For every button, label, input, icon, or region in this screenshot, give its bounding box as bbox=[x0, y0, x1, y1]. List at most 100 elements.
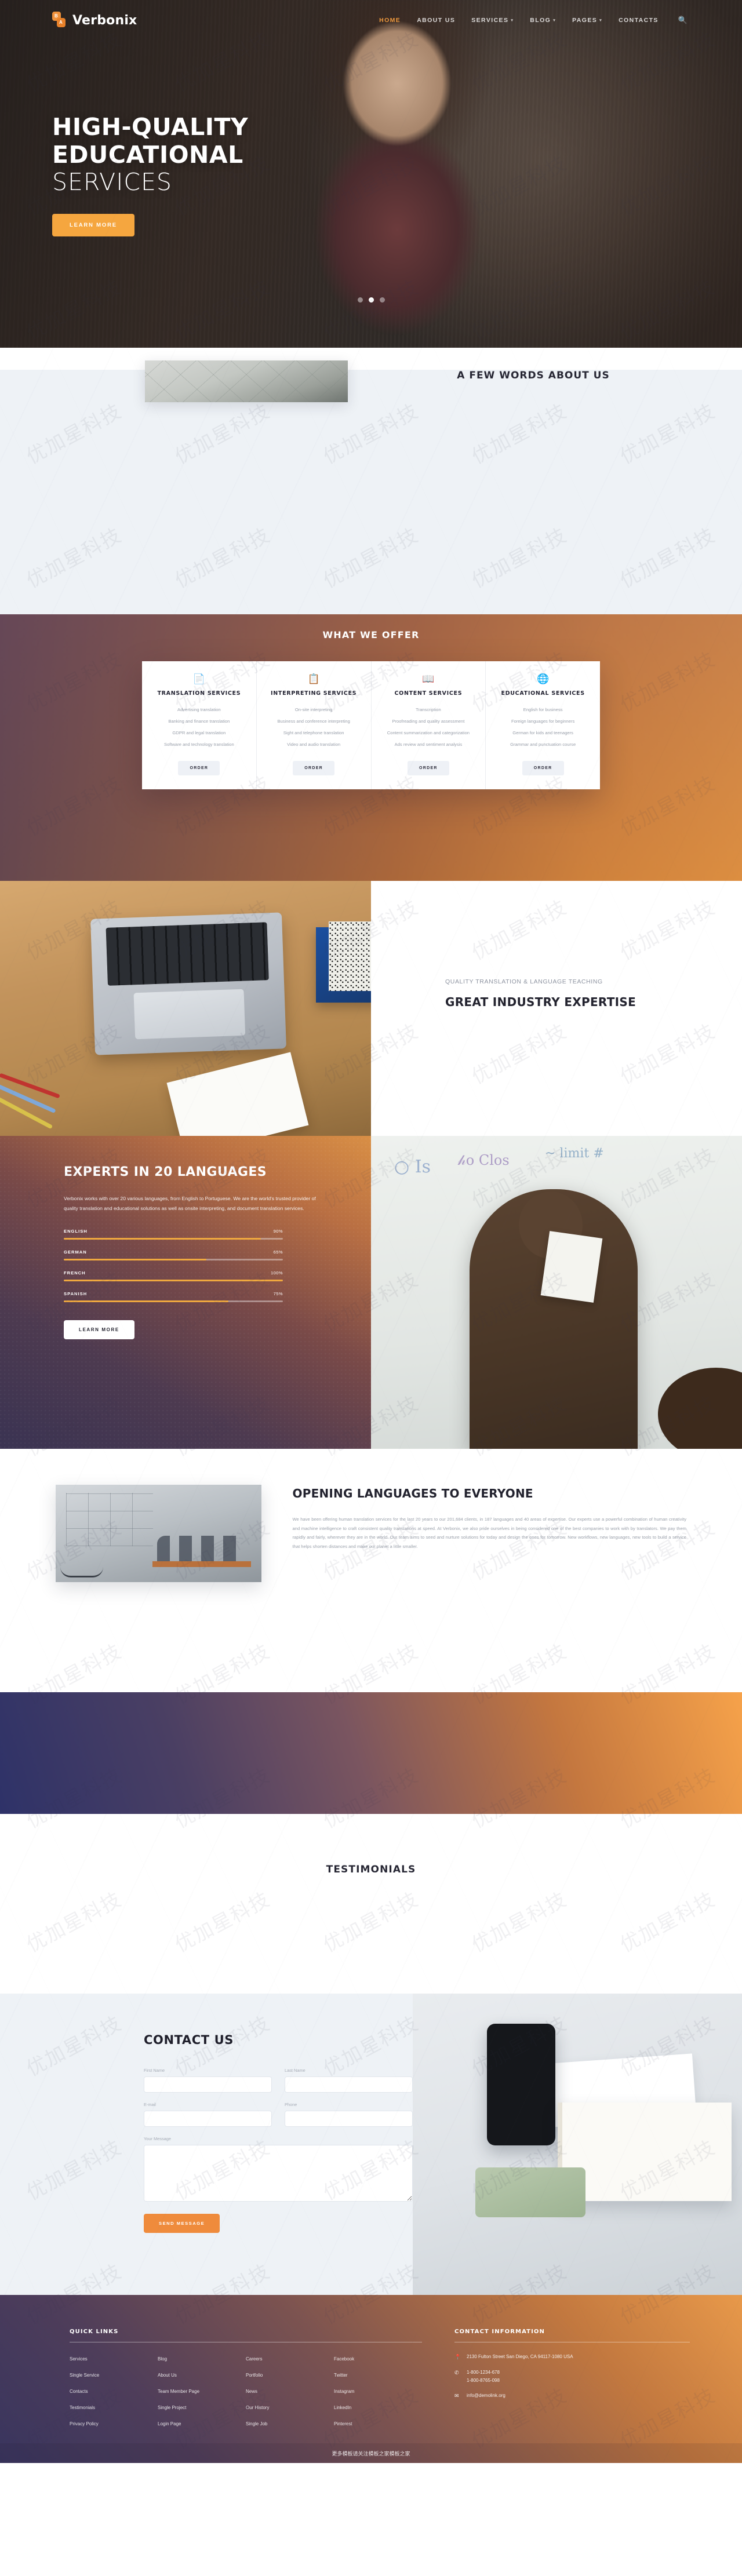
footer-link[interactable]: Instagram bbox=[334, 2389, 355, 2394]
list-item: Foreign languages for beginners bbox=[511, 718, 575, 724]
service-card-list: Advertising translation Banking and fina… bbox=[151, 706, 247, 748]
progress-label: ENGLISH bbox=[64, 1228, 88, 1234]
slider-dot-1[interactable] bbox=[357, 297, 363, 303]
list-item: Proofreading and quality assessment bbox=[392, 718, 465, 724]
nav-item-pages[interactable]: PAGES ▾ bbox=[572, 17, 602, 24]
hero-heading: HIGH-QUALITY EDUCATIONAL SERVICES bbox=[52, 113, 412, 196]
nav-item-blog[interactable]: BLOG ▾ bbox=[530, 17, 556, 24]
progress-value: 75% bbox=[273, 1291, 283, 1296]
field-label: E-mail bbox=[144, 2102, 156, 2107]
bicycle-icon bbox=[60, 1554, 103, 1577]
globe-icon: 🌐 bbox=[537, 673, 550, 684]
languages-section: EXPERTS IN 20 LANGUAGES Verbonix works w… bbox=[0, 1136, 742, 1449]
phone-input[interactable] bbox=[285, 2111, 413, 2127]
footer-phone-1[interactable]: 1-800-1234-678 bbox=[467, 2370, 500, 2375]
footer-link[interactable]: Team Member Page bbox=[158, 2389, 199, 2394]
footer-column-3: Careers Portfolio News Our History Singl… bbox=[246, 2353, 334, 2434]
order-button[interactable]: ORDER bbox=[407, 760, 449, 775]
footer-link[interactable]: Our History bbox=[246, 2405, 269, 2410]
footer-link[interactable]: Login Page bbox=[158, 2421, 181, 2426]
footer-link[interactable]: Pinterest bbox=[334, 2421, 352, 2426]
slider-dot-3[interactable] bbox=[379, 297, 385, 303]
field-label: First Name bbox=[144, 2068, 165, 2073]
footer-email[interactable]: info@demolink.org bbox=[467, 2392, 505, 2399]
footer-link[interactable]: Contacts bbox=[70, 2389, 88, 2394]
slider-dots bbox=[0, 297, 742, 303]
progress-track bbox=[64, 1258, 283, 1260]
handwriting-mark: 𝒽o Clos bbox=[458, 1152, 510, 1168]
progress-row-english: ENGLISH 90% bbox=[64, 1229, 283, 1240]
list-item: Grammar and punctuation course bbox=[510, 741, 576, 747]
progress-label: SPANISH bbox=[64, 1291, 88, 1296]
list-item: Video and audio translation bbox=[287, 741, 341, 747]
site-header: B A Verbonix HOME ABOUT US SERVICES ▾ BLO… bbox=[0, 0, 742, 41]
order-button[interactable]: ORDER bbox=[522, 760, 564, 775]
footer-link[interactable]: About Us bbox=[158, 2373, 177, 2378]
order-button[interactable]: ORDER bbox=[293, 760, 335, 775]
progress-label: FRENCH bbox=[64, 1270, 86, 1276]
footer-link[interactable]: Blog bbox=[158, 2356, 167, 2362]
nav-item-services[interactable]: SERVICES ▾ bbox=[471, 17, 514, 24]
list-item: GDPR and legal translation bbox=[172, 730, 226, 735]
footer-link[interactable]: Single Job bbox=[246, 2421, 267, 2426]
brand-logo[interactable]: B A Verbonix bbox=[52, 12, 137, 29]
service-card-list: Transcription Proofreading and quality a… bbox=[381, 706, 477, 748]
footer-link[interactable]: Single Project bbox=[158, 2405, 186, 2410]
footer-phone-2[interactable]: 1-800-8765-098 bbox=[467, 2378, 500, 2383]
handwriting-mark: ○ Is bbox=[394, 1157, 431, 1177]
service-card-title: EDUCATIONAL SERVICES bbox=[501, 690, 585, 697]
slider-dot-2[interactable] bbox=[368, 297, 374, 303]
footer-link[interactable]: Single Service bbox=[70, 2373, 99, 2378]
opening-languages-section: OPENING LANGUAGES TO EVERYONE We have be… bbox=[0, 1449, 742, 1692]
languages-learn-more-button[interactable]: LEARN MORE bbox=[64, 1320, 134, 1339]
footer-link[interactable]: Facebook bbox=[334, 2356, 354, 2362]
notepad-image bbox=[166, 1052, 309, 1136]
chevron-down-icon: ▾ bbox=[511, 19, 514, 23]
email-field[interactable] bbox=[144, 2111, 272, 2127]
footer-link[interactable]: News bbox=[246, 2389, 257, 2394]
footer-link[interactable]: Services bbox=[70, 2356, 88, 2362]
hero-learn-more-button[interactable]: LEARN MORE bbox=[52, 213, 134, 236]
footer-link[interactable]: Twitter bbox=[334, 2373, 348, 2378]
last-name-input[interactable] bbox=[285, 2076, 413, 2093]
service-card-translation[interactable]: 📄 TRANSLATION SERVICES Advertising trans… bbox=[142, 661, 257, 789]
search-icon[interactable]: 🔍 bbox=[678, 16, 688, 25]
expertise-title: GREAT INDUSTRY EXPERTISE bbox=[445, 995, 636, 1009]
table-shape bbox=[152, 1561, 251, 1567]
nav-item-about-us[interactable]: ABOUT US bbox=[417, 17, 455, 24]
list-item: Ads review and sentiment analysis bbox=[394, 741, 463, 747]
progress-fill bbox=[64, 1237, 261, 1240]
order-button[interactable]: ORDER bbox=[178, 760, 220, 775]
site-footer: QUICK LINKS Services Single Service Cont… bbox=[0, 2295, 742, 2463]
footer-link[interactable]: Portfolio bbox=[246, 2373, 263, 2378]
message-textarea[interactable] bbox=[144, 2145, 413, 2202]
list-item: Content summarization and categorization bbox=[387, 730, 470, 735]
first-name-input[interactable] bbox=[144, 2076, 272, 2093]
expertise-photo bbox=[0, 881, 371, 1136]
service-card-interpreting[interactable]: 📋 INTERPRETING SERVICES On-site interpre… bbox=[257, 661, 372, 789]
logo-letter-2: A bbox=[59, 20, 63, 25]
landing-page: B A Verbonix HOME ABOUT US SERVICES ▾ BLO… bbox=[0, 0, 742, 2463]
nav-item-home[interactable]: HOME bbox=[379, 17, 401, 24]
about-title: A FEW WORDS ABOUT US bbox=[457, 370, 610, 381]
document-icon: 📄 bbox=[192, 673, 205, 684]
list-item: Software and technology translation bbox=[164, 741, 234, 747]
offer-title: WHAT WE OFFER bbox=[322, 629, 420, 640]
service-card-content[interactable]: 📖 CONTENT SERVICES Transcription Proofre… bbox=[372, 661, 486, 789]
expertise-kicker: QUALITY TRANSLATION & LANGUAGE TEACHING bbox=[445, 978, 603, 985]
footer-link[interactable]: Testimonials bbox=[70, 2405, 95, 2410]
green-notebook-image bbox=[475, 2167, 585, 2217]
service-card-educational[interactable]: 🌐 EDUCATIONAL SERVICES English for busin… bbox=[486, 661, 600, 789]
chevron-down-icon: ▾ bbox=[599, 19, 603, 23]
footer-link[interactable]: Privacy Policy bbox=[70, 2421, 99, 2426]
footer-phone-numbers: 1-800-1234-678 1-800-8765-098 bbox=[467, 2369, 500, 2384]
language-proficiency-chart: ENGLISH 90% GERMAN 65% FRENCH 100% SPANI… bbox=[64, 1229, 283, 1302]
hero-section: B A Verbonix HOME ABOUT US SERVICES ▾ BLO… bbox=[0, 0, 742, 348]
about-section: A FEW WORDS ABOUT US bbox=[0, 348, 742, 614]
footer-link[interactable]: Careers bbox=[246, 2356, 262, 2362]
send-message-button[interactable]: SEND MESSAGE bbox=[144, 2214, 220, 2233]
quick-links-title: QUICK LINKS bbox=[70, 2329, 119, 2335]
hero-line-3: SERVICES bbox=[52, 168, 172, 196]
nav-item-contacts[interactable]: CONTACTS bbox=[619, 17, 659, 24]
footer-link[interactable]: LinkedIn bbox=[334, 2405, 351, 2410]
